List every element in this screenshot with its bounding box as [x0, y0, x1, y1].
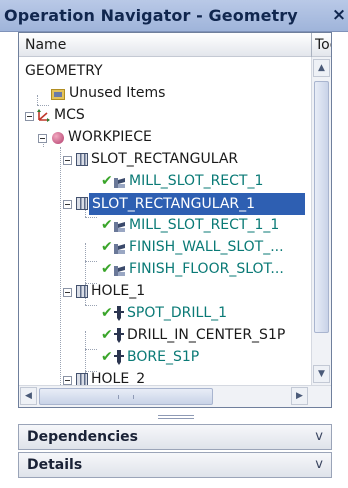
- tree-item-label: FINISH_FLOOR_SLOT...: [129, 261, 284, 277]
- collapse-toggle[interactable]: [25, 112, 34, 121]
- workpiece-icon: [52, 132, 64, 144]
- checkmark-icon: ✔: [101, 327, 113, 343]
- tree-item-label: SLOT_RECTANGULAR_1: [89, 193, 305, 215]
- tree-item-slot-rectangular[interactable]: SLOT_RECTANGULAR: [19, 149, 311, 171]
- vertical-scroll-thumb[interactable]: [314, 81, 329, 333]
- tree-item-label: HOLE_1: [91, 283, 146, 299]
- tree-item-slot-rectangular-1[interactable]: SLOT_RECTANGULAR_1: [19, 193, 311, 215]
- checkmark-icon: ✔: [101, 173, 113, 189]
- tree-item-finish-floor-slot[interactable]: ✔ FINISH_FLOOR_SLOT...: [19, 259, 311, 281]
- mill-operation-icon: [113, 263, 127, 277]
- tree-item-geometry[interactable]: GEOMETRY: [19, 61, 311, 83]
- window-title: Operation Navigator - Geometry: [4, 6, 298, 25]
- coordinate-system-icon: [37, 108, 51, 122]
- dependencies-section[interactable]: Dependencies v: [18, 424, 332, 450]
- scroll-up-button[interactable]: ▲: [313, 59, 330, 77]
- drill-operation-icon: [114, 306, 124, 321]
- collapse-toggle[interactable]: [63, 156, 72, 165]
- tree-item-label: DRILL_IN_CENTER_S1P: [127, 327, 286, 343]
- close-button[interactable]: ×: [330, 5, 348, 25]
- scroll-right-button[interactable]: ▶: [291, 387, 308, 405]
- tree-item-label: SLOT_RECTANGULAR: [91, 151, 239, 167]
- scroll-down-button[interactable]: ▼: [313, 365, 330, 383]
- tree-item-label: MCS: [54, 107, 85, 123]
- column-name-header[interactable]: Name: [25, 37, 66, 53]
- drill-operation-icon: [114, 350, 124, 365]
- chevron-down-icon[interactable]: v: [315, 457, 323, 472]
- checkmark-icon: ✔: [101, 261, 113, 277]
- operation-tree: GEOMETRY Unused Items MCS WORKPIECE SLOT…: [19, 57, 311, 385]
- tree-item-label: FINISH_WALL_SLOT_...: [129, 239, 284, 255]
- mill-operation-icon: [113, 219, 127, 233]
- scroll-left-button[interactable]: ◀: [20, 387, 37, 405]
- tree-item-mill-slot-rect-1-1[interactable]: ✔ MILL_SLOT_RECT_1_1: [19, 215, 311, 237]
- collapse-toggle[interactable]: [63, 376, 72, 385]
- geometry-group-icon: [76, 285, 88, 298]
- tree-item-hole-2[interactable]: HOLE_2: [19, 369, 311, 385]
- tree-item-bore-s1p[interactable]: ✔ BORE_S1P: [19, 347, 311, 369]
- navigator-panel: Name Toolpath GEOMETRY Unused Items: [18, 32, 332, 408]
- checkmark-icon: ✔: [101, 305, 113, 321]
- collapse-toggle[interactable]: [63, 200, 72, 209]
- tree-item-label: MILL_SLOT_RECT_1: [129, 173, 264, 189]
- tree-item-workpiece[interactable]: WORKPIECE: [19, 127, 311, 149]
- collapse-toggle[interactable]: [38, 134, 47, 143]
- checkmark-icon: ✔: [101, 349, 113, 365]
- vertical-scrollbar[interactable]: ▲ ▼: [311, 57, 331, 385]
- tree-item-label: BORE_S1P: [127, 349, 200, 365]
- geometry-group-icon: [76, 373, 88, 385]
- tree-item-mcs[interactable]: MCS: [19, 105, 311, 127]
- tree-item-label: SPOT_DRILL_1: [127, 305, 228, 321]
- tree-item-finish-wall-slot[interactable]: ✔ FINISH_WALL_SLOT_...: [19, 237, 311, 259]
- chevron-down-icon[interactable]: v: [315, 429, 323, 444]
- mill-operation-icon: [113, 241, 127, 255]
- tree-item-mill-slot-rect-1[interactable]: ✔ MILL_SLOT_RECT_1: [19, 171, 311, 193]
- collapse-toggle[interactable]: [63, 288, 72, 297]
- title-bar: Operation Navigator - Geometry ×: [0, 0, 348, 32]
- checkmark-icon: ✔: [101, 239, 113, 255]
- tree-item-label: WORKPIECE: [68, 129, 152, 145]
- details-label: Details: [27, 457, 83, 473]
- horizontal-scroll-thumb[interactable]: [39, 388, 213, 405]
- tree-item-spot-drill-1[interactable]: ✔ SPOT_DRILL_1: [19, 303, 311, 325]
- drill-operation-icon: [114, 328, 124, 343]
- folder-icon: [51, 89, 65, 100]
- tree-item-label: HOLE_2: [91, 371, 146, 385]
- column-toolpath-header[interactable]: Toolpath: [315, 37, 331, 53]
- column-divider[interactable]: [311, 33, 312, 57]
- checkmark-icon: ✔: [101, 217, 113, 233]
- tree-item-label: GEOMETRY: [25, 63, 103, 79]
- tree-item-unused-items[interactable]: Unused Items: [19, 83, 311, 105]
- details-section[interactable]: Details v: [18, 452, 332, 478]
- horizontal-scrollbar[interactable]: ◀ ▶: [19, 385, 331, 407]
- mill-operation-icon: [113, 175, 127, 189]
- tree-item-label: Unused Items: [69, 85, 166, 101]
- dependencies-label: Dependencies: [27, 429, 139, 445]
- tree-item-label: MILL_SLOT_RECT_1_1: [129, 217, 280, 233]
- panel-splitter[interactable]: [18, 410, 332, 422]
- tree-item-hole-1[interactable]: HOLE_1: [19, 281, 311, 303]
- column-header: Name Toolpath: [19, 33, 331, 57]
- tree-item-drill-in-center-s1p[interactable]: ✔ DRILL_IN_CENTER_S1P: [19, 325, 311, 347]
- geometry-group-icon: [76, 197, 88, 210]
- geometry-group-icon: [76, 153, 88, 166]
